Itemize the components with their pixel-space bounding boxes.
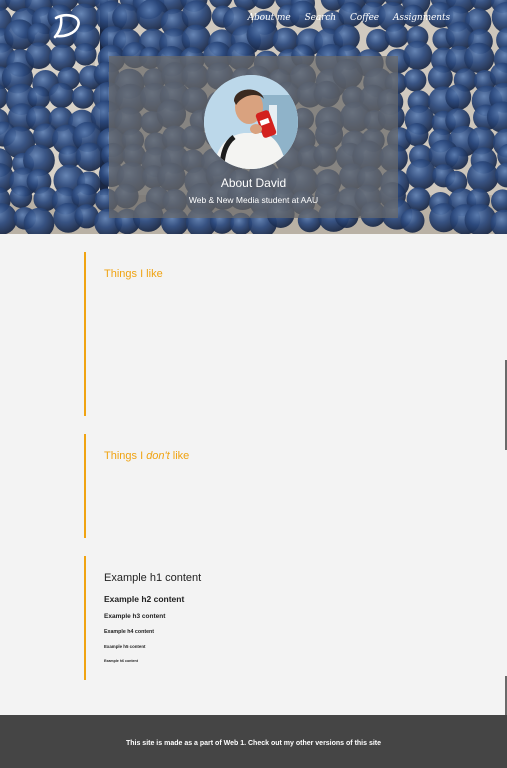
nav-assignments[interactable]: Assignments: [393, 13, 450, 23]
example-h6: Example h6 content: [104, 659, 138, 663]
profile-name: About David: [220, 176, 287, 190]
example-h2: Example h2 content: [104, 594, 185, 604]
nav-coffee[interactable]: Coffee: [350, 13, 379, 23]
nav-search[interactable]: Search: [305, 13, 337, 23]
example-h1: Example h1 content: [104, 572, 202, 584]
avatar: [204, 75, 298, 169]
section-heading-examples: Example h1 content Example h2 content Ex…: [84, 556, 424, 680]
main-nav: About me Search Coffee Assignments: [248, 13, 507, 23]
nav-about-me[interactable]: About me: [248, 13, 291, 23]
example-h3: Example h3 content: [104, 613, 166, 620]
section-things-i-dont-like: Things I don't like: [84, 434, 424, 538]
title-part: like: [169, 450, 190, 462]
footer: This site is made as a part of Web 1. Ch…: [0, 715, 507, 768]
logo-icon[interactable]: [52, 12, 84, 40]
title-part: Things I: [104, 450, 147, 462]
profile-card: About David Web & New Media student at A…: [109, 56, 398, 218]
example-h5: Example h5 content: [104, 644, 146, 649]
section-title: Things I like: [104, 268, 163, 280]
section-things-i-like: Things I like: [84, 252, 424, 416]
example-h4: Example h4 content: [104, 629, 155, 635]
hero-banner: About me Search Coffee Assignments About…: [0, 0, 507, 234]
title-emphasis: don't: [146, 450, 170, 462]
section-title: Things I don't like: [104, 450, 189, 462]
footer-text: This site is made as a part of Web 1. Ch…: [125, 740, 382, 747]
profile-photo: [204, 75, 298, 169]
profile-subtitle: Web & New Media student at AAU: [188, 195, 319, 205]
